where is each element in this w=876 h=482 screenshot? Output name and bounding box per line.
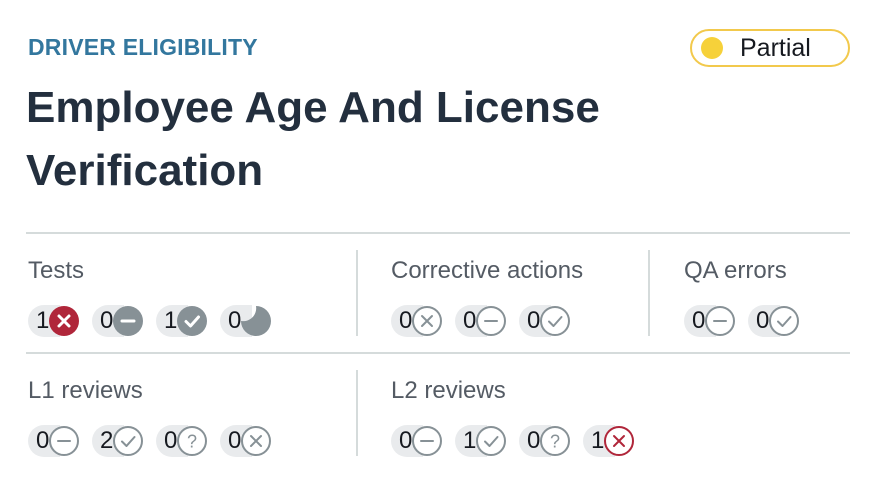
not-applicable-outline-icon [48,425,80,457]
badge-row: 000 [391,304,583,338]
count-badge[interactable]: 2 [92,425,144,457]
pending-outline-icon: ? [539,425,571,457]
badge-row: 0 2 0? 0 [28,424,284,458]
count-badge[interactable]: 0 [391,305,443,337]
l2-reviews-section: L2 reviews 0 1 0? 1 [391,376,647,458]
section-title: L1 reviews [28,377,143,404]
count-badge[interactable]: 0 [220,425,272,457]
count-badge[interactable]: 0 [391,425,443,457]
category-label: DRIVER ELIGIBILITY [28,34,258,60]
count-badge[interactable]: 0 [519,305,571,337]
badge-row: 00 [684,304,812,338]
count-badge[interactable]: 0 [220,305,272,337]
count-badge[interactable]: 0 [28,425,80,457]
svg-text:?: ? [187,432,197,452]
count-badge[interactable]: 0? [156,425,208,457]
count-badge[interactable]: 1 [455,425,507,457]
count-badge[interactable]: 0 [455,305,507,337]
rejected-outline-icon [411,305,443,337]
rejected-outline-icon [240,425,272,457]
approved-outline-icon [475,425,507,457]
status-badge: Partial [690,29,850,67]
status-dot-icon [701,37,723,59]
failed-icon [48,305,80,337]
section-title: Tests [28,257,85,284]
status-label: Partial [740,33,811,62]
section-title: QA errors [684,257,787,284]
rejected-red-outline-icon [603,425,635,457]
tests-section: Tests 1010 [28,256,284,338]
section-title: Corrective actions [391,257,584,284]
count-badge[interactable]: 0 [684,305,736,337]
qa-errors-section: QA errors 00 [684,256,812,338]
svg-text:?: ? [550,432,560,452]
badge-row: 1010 [28,304,284,338]
count-badge[interactable]: 1 [583,425,635,457]
in-progress-icon [240,305,272,337]
divider-vertical [356,370,358,456]
count-badge[interactable]: 0? [519,425,571,457]
count-badge[interactable]: 0 [748,305,800,337]
divider-vertical [356,250,358,336]
not-applicable-outline-icon [704,305,736,337]
count-badge[interactable]: 0 [92,305,144,337]
not-applicable-icon [112,305,144,337]
count-badge[interactable]: 1 [28,305,80,337]
pending-outline-icon: ? [176,425,208,457]
corrective-actions-section: Corrective actions 000 [391,256,583,338]
approved-outline-icon [539,305,571,337]
divider-vertical [648,250,650,336]
not-applicable-outline-icon [475,305,507,337]
passed-icon [176,305,208,337]
page-title: Employee Age And License Verification [26,83,600,195]
section-title: L2 reviews [391,377,506,404]
approved-outline-icon [768,305,800,337]
badge-row: 0 1 0? 1 [391,424,647,458]
count-badge[interactable]: 1 [156,305,208,337]
l1-reviews-section: L1 reviews 0 2 0? 0 [28,376,284,458]
not-applicable-outline-icon [411,425,443,457]
approved-outline-icon [112,425,144,457]
divider-top [26,232,850,234]
divider-middle [26,352,850,354]
